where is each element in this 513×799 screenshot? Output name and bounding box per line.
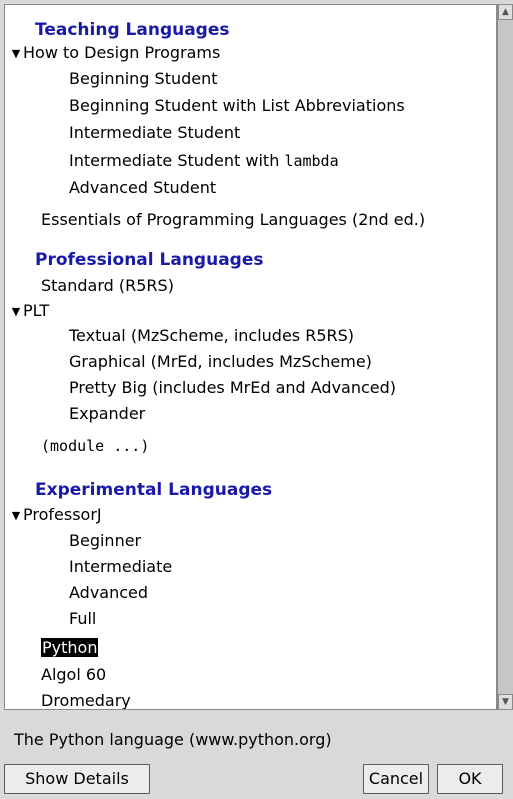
tree-item-plt[interactable]: ▼ PLT <box>9 300 49 322</box>
list-item-textual[interactable]: Textual (MzScheme, includes R5RS) <box>69 325 354 347</box>
triangle-down-icon[interactable]: ▼ <box>9 301 23 323</box>
show-details-button[interactable]: Show Details <box>4 764 150 794</box>
scroll-down-arrow-icon[interactable]: ▼ <box>498 694 513 710</box>
section-header-experimental: Experimental Languages <box>35 480 273 500</box>
scroll-up-arrow-icon[interactable]: ▲ <box>498 4 513 20</box>
tree-item-label: How to Design Programs <box>23 43 221 62</box>
section-header-teaching: Teaching Languages <box>35 20 230 40</box>
list-item-advanced[interactable]: Advanced <box>69 582 148 604</box>
vertical-scrollbar[interactable]: ▲ ▼ <box>497 4 513 710</box>
list-item-algol-60[interactable]: Algol 60 <box>41 664 106 686</box>
lambda-keyword: lambda <box>284 152 339 170</box>
triangle-down-icon[interactable]: ▼ <box>9 43 23 65</box>
list-item-beginning-student-list-abbrev[interactable]: Beginning Student with List Abbreviation… <box>69 95 405 117</box>
list-item-graphical[interactable]: Graphical (MrEd, includes MzScheme) <box>69 351 372 373</box>
list-item-pretty-big[interactable]: Pretty Big (includes MrEd and Advanced) <box>69 377 396 399</box>
tree-item-label: PLT <box>23 301 50 320</box>
list-item-module[interactable]: (module ...) <box>41 435 149 457</box>
list-item-advanced-student[interactable]: Advanced Student <box>69 177 216 199</box>
tree-item-label: ProfessorJ <box>23 505 102 524</box>
list-item-intermediate-student[interactable]: Intermediate Student <box>69 122 240 144</box>
tree-item-htdp[interactable]: ▼ How to Design Programs <box>9 42 221 65</box>
list-item-intermediate[interactable]: Intermediate <box>69 556 172 578</box>
list-item-label: Intermediate Student with <box>69 151 280 170</box>
list-item-full[interactable]: Full <box>69 608 96 630</box>
section-header-professional: Professional Languages <box>35 250 264 270</box>
list-item-beginning-student[interactable]: Beginning Student <box>69 68 218 90</box>
list-item-expander[interactable]: Expander <box>69 403 145 425</box>
list-item-python-selected[interactable]: Python <box>41 637 99 659</box>
tree-item-professorj[interactable]: ▼ ProfessorJ <box>9 504 102 526</box>
list-item-beginner[interactable]: Beginner <box>69 530 141 552</box>
selected-item-label: Python <box>41 638 99 657</box>
list-item-eopl[interactable]: Essentials of Programming Languages (2nd… <box>41 209 425 231</box>
cancel-button[interactable]: Cancel <box>363 764 429 794</box>
triangle-down-icon[interactable]: ▼ <box>9 505 23 527</box>
language-list[interactable]: Teaching Languages ▼ How to Design Progra… <box>4 4 497 710</box>
list-item-standard-r5rs[interactable]: Standard (R5RS) <box>41 275 174 297</box>
language-description: The Python language (www.python.org) <box>14 730 332 749</box>
list-item-intermediate-student-lambda[interactable]: Intermediate Student with lambda <box>69 150 339 172</box>
list-item-dromedary[interactable]: Dromedary <box>41 690 131 709</box>
ok-button[interactable]: OK <box>437 764 503 794</box>
